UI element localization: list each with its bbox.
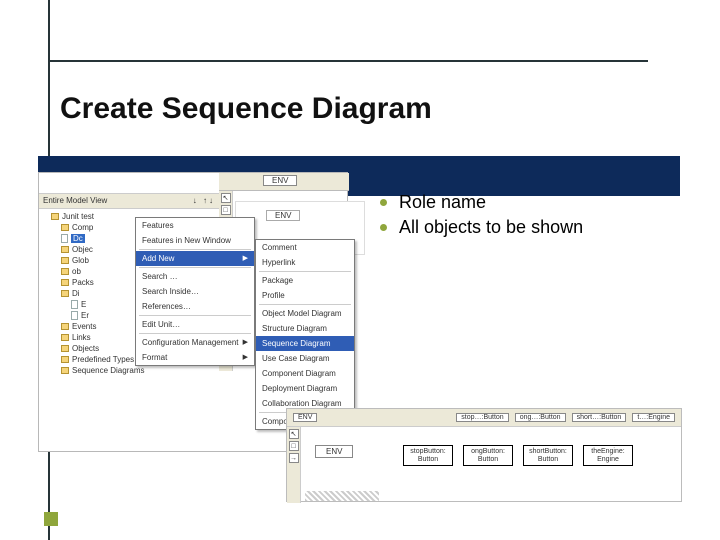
header-obj: short…:Button — [572, 413, 627, 422]
document-icon — [71, 300, 78, 309]
menu-item-references[interactable]: References… — [136, 299, 254, 314]
submenu-hyperlink[interactable]: Hyperlink — [256, 255, 354, 270]
submenu-package[interactable]: Package — [256, 273, 354, 288]
canvas-env-label: ENV — [263, 175, 297, 186]
bullet-icon — [380, 199, 387, 206]
slide-footer-square-icon — [44, 512, 58, 526]
tree-item[interactable]: Sequence Diagrams — [43, 365, 215, 376]
menu-separator — [139, 315, 251, 316]
tree-header-label: Entire Model View — [43, 196, 107, 205]
menu-separator — [139, 267, 251, 268]
hatch-area — [305, 491, 379, 501]
tree-header: Entire Model View ↓ ↑↓ — [39, 193, 219, 209]
document-icon — [61, 234, 68, 243]
header-obj: ong…:Button — [515, 413, 566, 422]
folder-icon — [61, 323, 69, 330]
menu-separator — [259, 304, 351, 305]
menu-item-features-new-window[interactable]: Features in New Window — [136, 233, 254, 248]
canvas-env-label-2: ENV — [266, 210, 300, 221]
slide-title: Create Sequence Diagram — [60, 92, 432, 126]
lifeline-object[interactable]: shortButton: Button — [523, 445, 573, 466]
folder-icon — [61, 279, 69, 286]
menu-item-search[interactable]: Search … — [136, 269, 254, 284]
menu-separator — [259, 271, 351, 272]
diagram-object-row: stopButton: Button ongButton: Button sho… — [397, 439, 639, 472]
diagram-env-label: ENV — [315, 445, 353, 458]
submenu-structure-diagram[interactable]: Structure Diagram — [256, 321, 354, 336]
tool-square-icon[interactable]: □ — [221, 205, 231, 215]
tool-square-icon[interactable]: □ — [289, 441, 299, 451]
submenu-deployment-diagram[interactable]: Deployment Diagram — [256, 381, 354, 396]
menu-item-config-management[interactable]: Configuration Management▶ — [136, 335, 254, 350]
screenshot-sequence-diagram: ENV stop…:Button ong…:Button short…:Butt… — [286, 408, 682, 502]
bullet-text: All objects to be shown — [399, 217, 583, 238]
tool-arrow-icon[interactable]: → — [289, 453, 299, 463]
bullet-row: All objects to be shown — [380, 215, 583, 240]
lifeline-object[interactable]: theEngine: Engine — [583, 445, 633, 466]
canvas-header: ENV — [219, 173, 349, 191]
folder-icon — [61, 334, 69, 341]
menu-item-format[interactable]: Format▶ — [136, 350, 254, 365]
folder-icon — [61, 224, 69, 231]
header-obj: t…:Engine — [632, 413, 675, 422]
folder-icon — [61, 367, 69, 374]
submenu-object-model-diagram[interactable]: Object Model Diagram — [256, 306, 354, 321]
folder-icon — [61, 345, 69, 352]
lifeline-object[interactable]: ongButton: Button — [463, 445, 513, 466]
submenu-sequence-diagram[interactable]: Sequence Diagram — [256, 336, 354, 351]
document-icon — [71, 311, 78, 320]
folder-icon — [61, 356, 69, 363]
submenu-profile[interactable]: Profile — [256, 288, 354, 303]
menu-separator — [139, 333, 251, 334]
menu-item-edit-unit[interactable]: Edit Unit… — [136, 317, 254, 332]
folder-icon — [61, 268, 69, 275]
tool-cursor-icon[interactable]: ↖ — [289, 429, 299, 439]
submenu-comment[interactable]: Comment — [256, 240, 354, 255]
tree-root-label: Junit test — [62, 212, 94, 221]
chevron-right-icon: ▶ — [243, 353, 248, 362]
header-env: ENV — [293, 413, 317, 422]
menu-item-features[interactable]: Features — [136, 218, 254, 233]
bullet-row: Role name — [380, 190, 583, 215]
folder-icon — [61, 257, 69, 264]
submenu-component-diagram[interactable]: Component Diagram — [256, 366, 354, 381]
folder-icon — [61, 246, 69, 253]
menu-item-search-inside[interactable]: Search Inside… — [136, 284, 254, 299]
lifeline-object[interactable]: stopButton: Button — [403, 445, 453, 466]
bullet-icon — [380, 224, 387, 231]
chevron-right-icon: ▶ — [243, 338, 248, 347]
folder-icon — [61, 290, 69, 297]
menu-separator — [139, 249, 251, 250]
diagram-tool-strip: ↖ □ → — [287, 427, 301, 503]
folder-icon — [51, 213, 59, 220]
context-menu: Features Features in New Window Add New▶… — [135, 217, 255, 366]
bullet-text: Role name — [399, 192, 486, 213]
submenu-use-case-diagram[interactable]: Use Case Diagram — [256, 351, 354, 366]
diagram-topbar: ENV stop…:Button ong…:Button short…:Butt… — [287, 409, 681, 427]
chevron-right-icon: ▶ — [243, 254, 248, 263]
decor-rule-horizontal — [48, 60, 648, 62]
menu-item-add-new[interactable]: Add New▶ — [136, 251, 254, 266]
slide-bullet-list: Role name All objects to be shown — [380, 190, 583, 240]
tree-sort-arrows-icon[interactable]: ↓ ↑↓ — [193, 196, 215, 205]
submenu-add-new: Comment Hyperlink Package Profile Object… — [255, 239, 355, 430]
tool-cursor-icon[interactable]: ↖ — [221, 193, 231, 203]
header-obj: stop…:Button — [456, 413, 508, 422]
